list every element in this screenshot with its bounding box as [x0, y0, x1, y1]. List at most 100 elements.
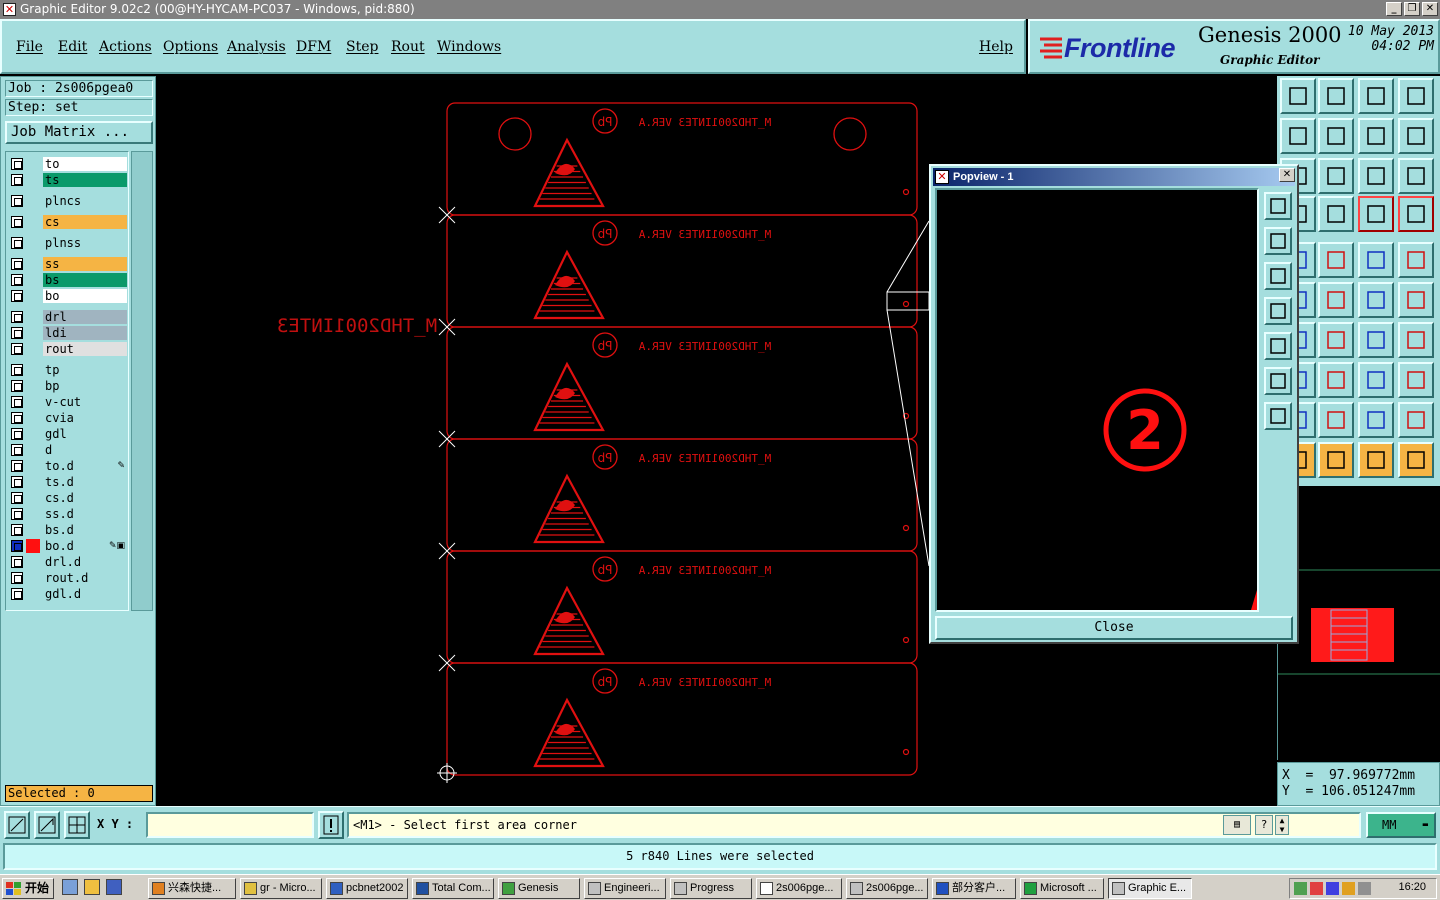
layer-name[interactable]: to — [43, 157, 127, 171]
menu-options[interactable]: Options — [163, 39, 218, 55]
layer-checkbox[interactable] — [11, 476, 23, 488]
menu-actions[interactable]: Actions — [99, 39, 152, 55]
tray-network-icon[interactable] — [1294, 882, 1307, 895]
menu-help[interactable]: Help — [979, 39, 1013, 55]
popview-close-button[interactable]: Close — [935, 616, 1293, 640]
layer-row-d[interactable]: d — [9, 443, 127, 457]
net-tool-button[interactable] — [1318, 196, 1354, 232]
start-button[interactable]: 开始 — [2, 878, 54, 899]
menu-rout[interactable]: Rout — [391, 39, 425, 55]
menu-step[interactable]: Step — [346, 39, 378, 55]
job-matrix-button[interactable]: Job Matrix ... — [5, 121, 153, 144]
menu-dfm[interactable]: DFM — [296, 39, 331, 55]
menu-file[interactable]: File — [16, 39, 43, 55]
taskbar-item[interactable]: Engineeri... — [584, 878, 666, 899]
layer-checkbox[interactable] — [11, 428, 23, 440]
feature-red-tool-button[interactable] — [1358, 196, 1394, 232]
layer-checkbox[interactable] — [11, 364, 23, 376]
pop-right-button[interactable] — [1264, 332, 1292, 360]
layer-name[interactable]: bs.d — [43, 523, 127, 537]
layer-name[interactable]: drl — [43, 310, 127, 324]
media-icon[interactable] — [106, 879, 122, 895]
layer-checkbox[interactable] — [11, 460, 23, 472]
layer-checkbox[interactable] — [11, 508, 23, 520]
layer-checkbox[interactable] — [11, 290, 23, 302]
cross-tool-button[interactable] — [1318, 282, 1354, 318]
layer-checkbox[interactable] — [11, 237, 23, 249]
layer-checkbox[interactable] — [11, 572, 23, 584]
layer-row-v-cut[interactable]: v-cut — [9, 395, 127, 409]
taskbar-item[interactable]: pcbnet2002 — [326, 878, 408, 899]
zoom-fit-tool-button[interactable] — [1318, 158, 1354, 194]
window-title-bar[interactable]: ✕ Graphic Editor 9.02c2 (00@HY-HYCAM-PC0… — [0, 0, 1440, 19]
layer-checkbox[interactable] — [11, 343, 23, 355]
layer-checkbox[interactable] — [11, 158, 23, 170]
tri-b-tool-button[interactable] — [1318, 402, 1354, 438]
layer-name[interactable]: bo — [43, 289, 127, 303]
layer-row-ldi[interactable]: ldi — [9, 326, 127, 340]
pop-center-button[interactable] — [1264, 402, 1292, 430]
layer-name[interactable]: gdl.d — [43, 587, 127, 601]
close-icon[interactable]: ✕ — [1422, 2, 1438, 16]
minimap[interactable] — [1277, 486, 1440, 760]
layer-name[interactable]: drl.d — [43, 555, 127, 569]
layer-name[interactable]: plnss — [43, 236, 127, 250]
layer-checkbox[interactable] — [11, 492, 23, 504]
swap-tool-button[interactable] — [1358, 118, 1394, 154]
pop-down-button[interactable] — [1264, 262, 1292, 290]
scale-1-1-tool-button[interactable] — [1358, 158, 1394, 194]
layer-name[interactable]: gdl — [43, 427, 127, 441]
undo-snake-tool-button[interactable] — [1398, 118, 1434, 154]
layer-checkbox[interactable] — [11, 327, 23, 339]
layer-row-bs[interactable]: bs — [9, 273, 127, 287]
layer-checkbox[interactable] — [11, 556, 23, 568]
mirror-text-tool-button[interactable] — [1398, 322, 1434, 358]
help-icon[interactable]: ? — [1255, 815, 1273, 835]
ruler-tool-button[interactable] — [1358, 242, 1394, 278]
app-icon[interactable]: ✕ — [3, 3, 16, 16]
layer-name[interactable]: plncs — [43, 194, 127, 208]
layer-row-rout-d[interactable]: rout.d — [9, 571, 127, 585]
grid-button[interactable] — [64, 811, 90, 839]
connect-tool-button[interactable] — [1358, 282, 1394, 318]
layer-name[interactable]: ss.d — [43, 507, 127, 521]
tray-volume-icon[interactable] — [1358, 882, 1371, 895]
layer-row-cs[interactable]: cs — [9, 215, 127, 229]
maximize-icon[interactable]: ❐ — [1404, 2, 1420, 16]
pop-left-button[interactable] — [1264, 297, 1292, 325]
layer-row-to-d[interactable]: to.d ✎ — [9, 459, 127, 473]
layer-name[interactable]: rout.d — [43, 571, 127, 585]
taskbar-item[interactable]: 部分客户... — [932, 878, 1016, 899]
pop-zoom-button[interactable] — [1264, 192, 1292, 220]
layer-row-bp[interactable]: bp — [9, 379, 127, 393]
info-button[interactable] — [318, 811, 344, 839]
layer-row-bs-d[interactable]: bs.d — [9, 523, 127, 537]
spin-icon[interactable]: ▲ ▼ — [1275, 815, 1289, 835]
layer-checkbox[interactable] — [11, 524, 23, 536]
tray-input-icon[interactable] — [1326, 882, 1339, 895]
menu-windows[interactable]: Windows — [437, 39, 501, 55]
home-down-tool-button[interactable] — [1318, 78, 1354, 114]
layer-name[interactable]: bs — [43, 273, 127, 287]
layer-name[interactable]: ts.d — [43, 475, 127, 489]
measure-button[interactable] — [34, 811, 60, 839]
layer-name[interactable]: v-cut — [43, 395, 127, 409]
xy-input[interactable] — [146, 812, 314, 838]
angle-tool-button[interactable] — [1318, 242, 1354, 278]
popview-close-icon[interactable]: ✕ — [1279, 168, 1295, 182]
zoom-area-button[interactable] — [4, 811, 30, 839]
layer-checkbox[interactable] — [11, 412, 23, 424]
layer-row-cs-d[interactable]: cs.d — [9, 491, 127, 505]
pointer-c-tool-button[interactable] — [1358, 442, 1394, 478]
rotate-tool-button[interactable] — [1358, 322, 1394, 358]
taskbar-item[interactable]: 2s006pge... — [756, 878, 842, 899]
layer-row-ss[interactable]: ss — [9, 257, 127, 271]
layer-name[interactable]: d — [43, 443, 127, 457]
layer-name[interactable]: rout — [43, 342, 127, 356]
panel-split-tool-button[interactable] — [1398, 78, 1434, 114]
help-box-tool-button[interactable] — [1398, 158, 1434, 194]
layer-checkbox[interactable] — [11, 444, 23, 456]
layer-scrollbar[interactable] — [131, 151, 153, 611]
taskbar-item[interactable]: Progress — [670, 878, 752, 899]
layer-display-swatch[interactable] — [26, 539, 40, 553]
